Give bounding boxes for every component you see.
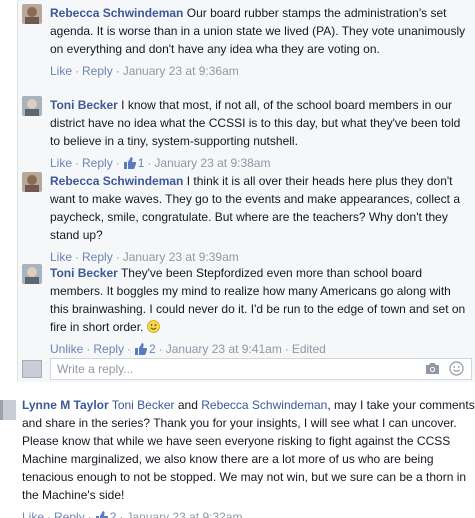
timestamp[interactable]: January 23 at 9:41am bbox=[166, 342, 282, 356]
comment-text: , may I take your comments and share in … bbox=[22, 398, 475, 502]
reply-link[interactable]: Reply bbox=[54, 510, 85, 518]
timestamp[interactable]: January 23 at 9:38am bbox=[154, 156, 270, 170]
comment-author[interactable]: Rebecca Schwindeman bbox=[50, 174, 183, 188]
reply-thread: Rebecca Schwindeman Our board rubber sta… bbox=[17, 0, 475, 382]
like-link[interactable]: Like bbox=[50, 64, 72, 78]
avatar[interactable] bbox=[22, 264, 42, 284]
comment-actions: Like · Reply · 2 · January 23 at 9:32am bbox=[22, 508, 475, 518]
reply-link[interactable]: Reply bbox=[93, 342, 124, 356]
mention-link[interactable]: Toni Becker bbox=[112, 398, 175, 412]
comment-author[interactable]: Rebecca Schwindeman bbox=[50, 6, 183, 20]
avatar[interactable] bbox=[22, 96, 42, 116]
like-count[interactable]: 2 bbox=[134, 342, 156, 356]
like-link[interactable]: Like bbox=[50, 250, 72, 264]
avatar[interactable] bbox=[22, 172, 42, 192]
reply-input[interactable]: Write a reply... bbox=[50, 358, 472, 380]
timestamp[interactable]: January 23 at 9:32am bbox=[126, 510, 242, 518]
reply-link[interactable]: Reply bbox=[82, 250, 113, 264]
edited-label[interactable]: Edited bbox=[292, 342, 326, 356]
comment-author[interactable]: Lynne M Taylor bbox=[22, 398, 109, 412]
timestamp[interactable]: January 23 at 9:39am bbox=[123, 250, 239, 264]
mention-link[interactable]: Rebecca Schwindeman bbox=[201, 398, 327, 412]
write-reply-row: Write a reply... bbox=[22, 358, 472, 380]
avatar[interactable] bbox=[22, 4, 42, 24]
thumbs-up-icon bbox=[123, 157, 136, 169]
reply-link[interactable]: Reply bbox=[82, 156, 113, 170]
smiley-emoji-icon bbox=[146, 320, 160, 333]
reply-input-placeholder: Write a reply... bbox=[57, 362, 134, 376]
reply-link[interactable]: Reply bbox=[82, 64, 113, 78]
thumbs-up-icon bbox=[135, 343, 148, 355]
comment-author[interactable]: Toni Becker bbox=[50, 266, 118, 280]
camera-icon[interactable] bbox=[425, 362, 440, 375]
comment-actions: Unlike · Reply · 2 · January 23 at 9:41am · Edit… bbox=[50, 342, 326, 356]
avatar[interactable] bbox=[0, 400, 16, 420]
comment-actions: Like · Reply · 1 · January 23 at 9:38am bbox=[50, 156, 271, 170]
timestamp[interactable]: January 23 at 9:36am bbox=[123, 64, 239, 78]
like-link[interactable]: Like bbox=[22, 510, 44, 518]
like-count[interactable]: 2 bbox=[95, 510, 116, 518]
current-user-avatar bbox=[22, 360, 42, 378]
thumbs-up-icon bbox=[95, 511, 108, 518]
comment-actions: Like · Reply · January 23 at 9:36am bbox=[50, 64, 239, 78]
comment-text-connector: and bbox=[177, 398, 198, 412]
like-link[interactable]: Like bbox=[50, 156, 72, 170]
unlike-link[interactable]: Unlike bbox=[50, 342, 83, 356]
smiley-icon[interactable] bbox=[449, 361, 464, 376]
comment-author[interactable]: Toni Becker bbox=[50, 98, 118, 112]
like-count[interactable]: 1 bbox=[123, 156, 144, 170]
